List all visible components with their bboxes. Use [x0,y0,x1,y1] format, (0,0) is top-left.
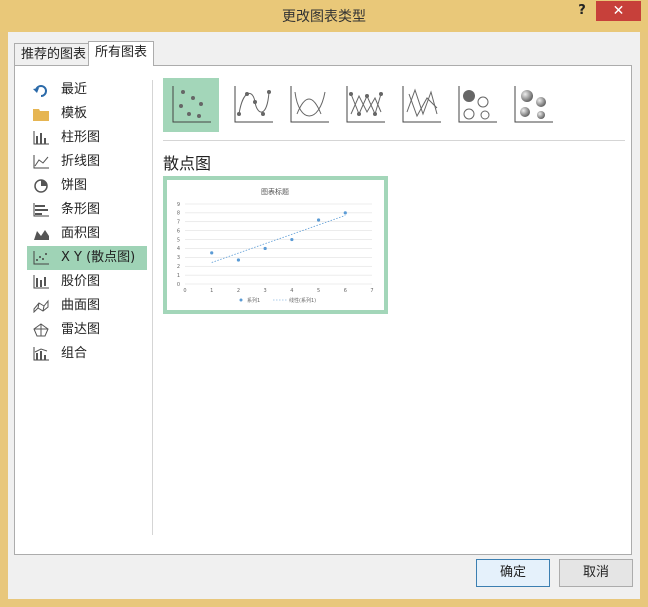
y-tick-label: 0 [177,282,180,288]
chart-category-list: 最近 模板 柱形图 折线图 饼图 条形图 面积图 X Y (散点图) 股价图 曲… [27,78,147,366]
sidebar-item-radar[interactable]: 雷达图 [27,318,147,342]
legend-series-label: 系列1 [247,297,260,304]
y-tick-label: 1 [177,273,180,279]
sidebar-item-label: 折线图 [61,154,101,169]
sidebar-item-surface[interactable]: 曲面图 [27,294,147,318]
chart-type-title: 散点图 [163,154,212,173]
sidebar-item-pie[interactable]: 饼图 [27,174,147,198]
scatter-chart-icon [33,251,49,265]
sidebar-item-line[interactable]: 折线图 [27,150,147,174]
subtype-scatter-straight[interactable] [393,78,449,132]
legend-series-marker [239,298,243,302]
scatter-straight-lines-markers-icon [346,86,385,123]
bar-chart-icon [33,203,49,217]
sidebar-item-label: 柱形图 [61,130,101,145]
scatter-markers-icon [172,86,211,123]
sidebar-item-label: 股价图 [61,274,101,289]
data-point [316,218,321,222]
recent-icon [33,85,47,97]
sidebar-item-label: 组合 [61,346,88,361]
y-tick-label: 9 [177,202,180,208]
surface-chart-icon [33,299,49,313]
tab-recommended-charts[interactable]: 推荐的图表 [14,43,94,65]
x-tick-label: 1 [210,288,213,294]
subtype-bubble-3d[interactable] [505,78,561,132]
sidebar-item-recent[interactable]: 最近 [27,78,147,102]
sidebar-item-bar[interactable]: 条形图 [27,198,147,222]
radar-chart-icon [33,323,49,337]
y-tick-label: 2 [177,264,180,270]
ok-button[interactable]: 确定 [476,559,550,587]
sidebar-item-stock[interactable]: 股价图 [27,270,147,294]
x-tick-label: 7 [370,288,373,294]
divider [163,140,625,141]
sidebar-item-label: 雷达图 [61,322,101,337]
sidebar-item-column[interactable]: 柱形图 [27,126,147,150]
tab-all-charts[interactable]: 所有图表 [88,41,155,66]
title-bar: 更改图表类型 ? ✕ [0,0,648,32]
data-point [236,258,241,262]
data-point [290,237,294,242]
subtype-scatter-straight-markers[interactable] [337,78,393,132]
sidebar-item-templates[interactable]: 模板 [27,102,147,126]
tab-panel: 最近 模板 柱形图 折线图 饼图 条形图 面积图 X Y (散点图) 股价图 曲… [14,65,632,555]
sidebar-item-label: 饼图 [61,178,88,193]
sidebar-item-label: X Y (散点图) [61,250,136,265]
window-title: 更改图表类型 [282,9,366,25]
subtype-scatter-smooth[interactable] [281,78,337,132]
preview-chart-title: 图表标题 [261,187,289,196]
x-tick-label: 2 [237,288,240,294]
pie-chart-icon [34,179,48,193]
sidebar-item-xy-scatter[interactable]: X Y (散点图) [27,246,147,270]
legend-trend-label: 线性(系列1) [289,297,316,304]
preview-chart: 图表标题 0 1 2 3 4 5 6 7 8 9 0 1 2 3 4 5 6 7 系列1 线性(系列1) [177,187,374,304]
data-point [263,246,267,251]
sidebar-item-combo[interactable]: 组合 [27,342,147,366]
x-tick-label: 3 [264,288,267,294]
column-chart-icon [33,131,49,145]
cancel-button[interactable]: 取消 [559,559,633,587]
help-button[interactable]: ? [572,3,592,21]
y-tick-label: 4 [177,246,180,252]
y-tick-label: 8 [177,211,180,217]
dialog-body: 推荐的图表 所有图表 最近 模板 柱形图 折线图 饼图 条形图 面积图 X Y … [8,32,640,599]
bubble-3d-icon [514,86,553,123]
subtype-scatter-smooth-markers[interactable] [225,78,281,132]
scatter-smooth-lines-markers-icon [234,86,273,123]
trendline [211,215,346,263]
sidebar-item-label: 条形图 [61,202,101,217]
sidebar-item-area[interactable]: 面积图 [27,222,147,246]
scatter-straight-lines-icon [402,86,441,123]
sidebar-item-label: 曲面图 [61,298,101,313]
y-tick-label: 5 [177,237,180,243]
sidebar-item-label: 最近 [61,82,88,97]
data-point [343,211,347,215]
x-tick-label: 0 [183,288,186,294]
stock-chart-icon [33,275,49,289]
y-tick-label: 6 [177,228,180,234]
subtype-bubble[interactable] [449,78,505,132]
chart-preview[interactable]: 图表标题 0 1 2 3 4 5 6 7 8 9 0 1 2 3 4 5 6 7 系列1 线性(系列1) [163,176,388,314]
scatter-smooth-lines-icon [290,86,329,123]
close-button[interactable]: ✕ [596,1,641,21]
folder-icon [33,109,49,121]
x-tick-label: 5 [317,288,320,294]
divider [152,80,153,535]
y-tick-label: 3 [177,255,180,261]
y-tick-label: 7 [177,220,180,226]
x-tick-label: 6 [344,288,347,294]
data-point [210,251,214,255]
sidebar-item-label: 模板 [61,106,88,121]
x-tick-label: 4 [290,288,293,294]
line-chart-icon [33,155,49,169]
area-chart-icon [34,230,49,240]
bubble-icon [458,86,497,123]
combo-chart-icon [33,347,49,361]
subtype-scatter[interactable] [163,78,219,132]
sidebar-item-label: 面积图 [61,226,101,241]
